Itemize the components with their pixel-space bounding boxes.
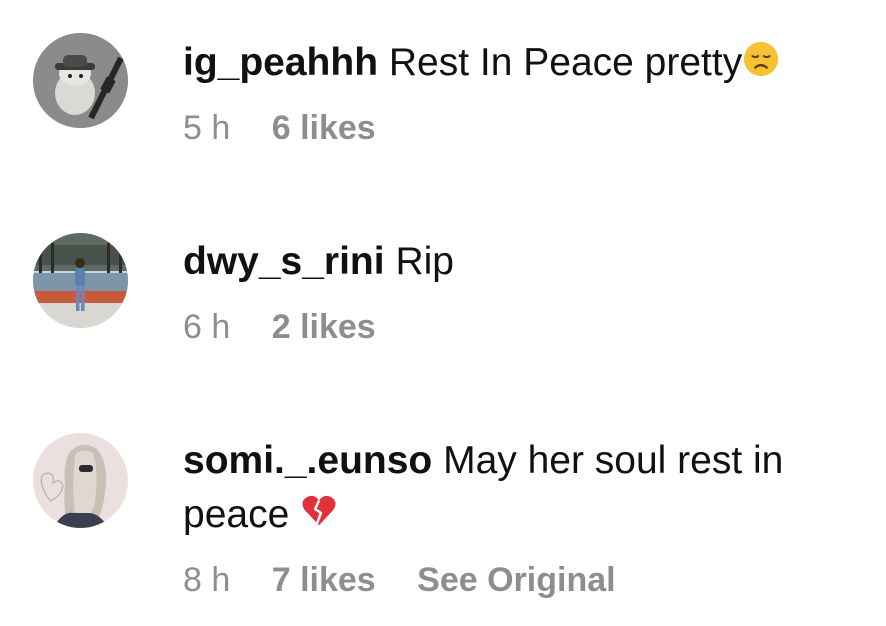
comment-text: dwy_s_rini Rip [183,235,863,289]
avatar-image [33,233,128,328]
comment-message: Rip [395,240,454,283]
comments-list: ig_peahhh Rest In Peace pretty 5 h 6 lik… [0,0,886,626]
avatar[interactable] [33,433,128,528]
disappointed-face-icon [744,41,779,77]
comment-likes-count[interactable]: 6 likes [272,109,376,147]
comment-username[interactable]: dwy_s_rini [183,240,385,283]
avatar-image [33,433,128,528]
avatar[interactable] [33,233,128,328]
comment-username[interactable]: ig_peahhh [183,41,378,84]
comment-time: 5 h [183,109,231,147]
comment-time: 6 h [183,308,231,346]
see-original-button[interactable]: See Original [417,561,615,599]
avatar[interactable] [33,33,128,128]
comment-text: ig_peahhh Rest In Peace pretty [183,36,863,90]
comment-meta: 6 h 2 likes [183,307,863,347]
comment-likes-count[interactable]: 2 likes [272,308,376,346]
comment-username[interactable]: somi._.eunso [183,439,432,482]
comment-time: 8 h [183,561,231,599]
broken-heart-icon [302,495,336,526]
comment-meta: 5 h 6 likes [183,108,863,148]
comment-meta: 8 h 7 likes See Original [183,560,863,600]
comment-text: somi._.eunso May her soul rest in peace [183,434,863,542]
comment-likes-count[interactable]: 7 likes [272,561,376,599]
comment-message: Rest In Peace pretty [388,41,743,84]
avatar-image [33,33,128,128]
